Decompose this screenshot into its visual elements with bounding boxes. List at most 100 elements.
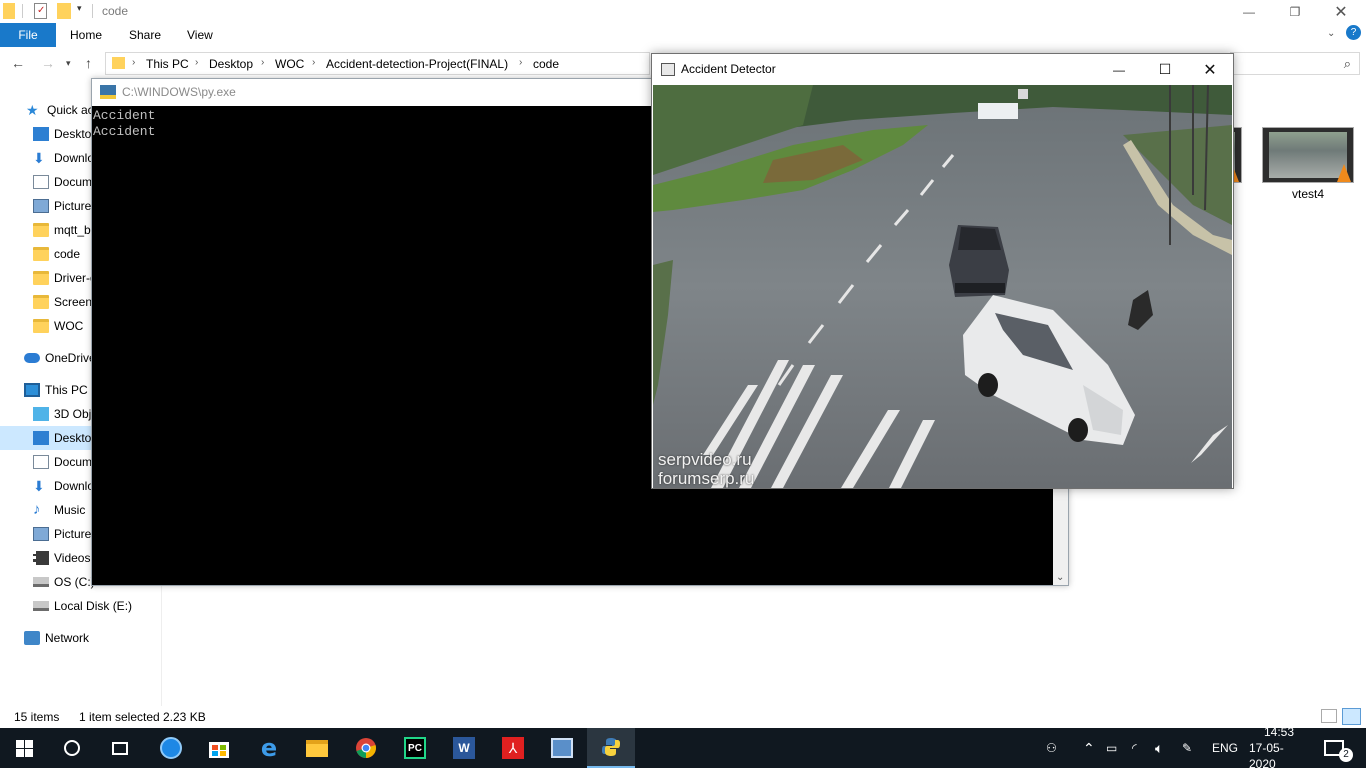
pen-icon[interactable]: ✎ [1182, 728, 1192, 768]
up-arrow-icon[interactable]: ↑ [85, 55, 92, 71]
taskbar-app-python[interactable] [587, 728, 635, 768]
tab-share[interactable]: Share [129, 23, 161, 47]
taskbar-app-edge[interactable]: e [245, 728, 293, 768]
breadcrumb-item[interactable]: Desktop [209, 57, 253, 71]
close-icon: ✕ [1203, 61, 1217, 79]
separator-icon: › [261, 57, 265, 68]
close-button[interactable]: ✕ [1318, 0, 1364, 23]
sidebar-item-network[interactable]: Network [0, 626, 161, 650]
restore-button[interactable]: ❐ [1272, 0, 1318, 23]
video-preview [1269, 132, 1347, 178]
breadcrumb-item[interactable]: WOC [275, 57, 304, 71]
folder-icon [33, 319, 49, 333]
tab-home[interactable]: Home [70, 23, 102, 47]
breadcrumb-item[interactable]: code [533, 57, 559, 71]
customize-quick-access-icon[interactable]: ▾ [77, 3, 82, 14]
separator-icon: › [132, 57, 136, 68]
divider [92, 4, 93, 18]
python-icon [602, 738, 620, 756]
folder-icon [3, 3, 15, 19]
star-icon: ★ [26, 102, 39, 118]
scroll-down-icon[interactable]: ⌄ [1056, 572, 1064, 583]
detector-titlebar[interactable]: Accident Detector — ☐ ✕ [652, 54, 1233, 85]
taskbar-app-pycharm[interactable]: PC [391, 728, 439, 768]
store-icon [209, 742, 229, 758]
detector-close-button[interactable]: ✕ [1187, 56, 1233, 83]
detector-maximize-button[interactable]: ☐ [1142, 56, 1188, 83]
battery-icon[interactable]: ▭ [1106, 728, 1117, 768]
large-icons-view-icon[interactable] [1342, 708, 1361, 725]
window-app-icon [661, 63, 675, 76]
task-view-button[interactable] [96, 728, 144, 768]
recent-locations-icon[interactable]: ▾ [66, 58, 71, 69]
taskbar-app-word[interactable]: W [440, 728, 488, 768]
sidebar-item-label: Music [54, 503, 86, 517]
vlc-cone-icon [1337, 164, 1351, 182]
control-panel-icon [551, 738, 573, 758]
sidebar-item-label: Docum [54, 175, 93, 189]
tab-file[interactable]: File [0, 23, 56, 47]
minimize-button[interactable]: — [1226, 0, 1272, 23]
watermark: serpvideo.ru [658, 450, 752, 469]
taskbar: e PC W ⅄ ⚇ ⌃ ▭ ◜ 🔈︎ ✎ ENG 14:53 17-05-20… [0, 725, 1366, 771]
edge-icon: e [260, 734, 278, 762]
document-icon [33, 455, 49, 469]
sidebar-item-local-disk-e[interactable]: Local Disk (E:) [0, 594, 161, 618]
volume-icon[interactable]: 🔈︎ [1155, 728, 1163, 768]
back-arrow-icon[interactable]: ← [11, 55, 25, 71]
new-folder-icon[interactable] [57, 3, 71, 19]
road-scene-image [653, 85, 1232, 488]
detector-minimize-button[interactable]: — [1096, 56, 1142, 83]
action-center-button[interactable]: 2 [1324, 728, 1353, 768]
restore-icon: ❐ [1289, 4, 1301, 19]
speedometer-app-icon [160, 737, 182, 759]
clock[interactable]: 14:53 17-05-2020 [1249, 725, 1309, 771]
chevron-down-icon[interactable]: ⌄ [1327, 28, 1335, 39]
item-count: 15 items [14, 710, 60, 724]
folder-icon [33, 223, 49, 237]
sidebar-item-label: Downlo [54, 479, 95, 493]
accident-detector-window[interactable]: Accident Detector — ☐ ✕ serpvideo.ru for… [651, 53, 1234, 489]
download-icon: ⬇ [33, 478, 45, 494]
breadcrumb-item[interactable]: This PC [146, 57, 189, 71]
word-icon: W [453, 737, 475, 759]
console-title: C:\WINDOWS\py.exe [122, 85, 236, 99]
show-hidden-icons-icon[interactable]: ⌃ [1083, 728, 1095, 768]
pycharm-icon: PC [404, 737, 426, 759]
folder-icon [112, 57, 125, 69]
videos-icon [33, 551, 49, 565]
clock-time: 14:53 [1263, 725, 1295, 739]
tab-view[interactable]: View [187, 23, 213, 47]
details-view-icon[interactable] [1321, 709, 1337, 723]
folder-icon [33, 247, 49, 261]
file-label[interactable]: vtest4 [1262, 187, 1354, 201]
desktop-icon [33, 431, 49, 445]
language-indicator[interactable]: ENG [1212, 728, 1238, 768]
taskbar-app-network[interactable] [147, 728, 195, 768]
python-icon [100, 85, 116, 99]
sidebar-item-label: This PC [45, 383, 88, 397]
video-file-thumbnail[interactable] [1262, 127, 1354, 183]
address-bar[interactable]: › This PC › Desktop › WOC › Accident-det… [105, 52, 650, 75]
search-button[interactable] [48, 728, 96, 768]
window-title: code [102, 4, 129, 18]
search-input[interactable]: ⌕ [1230, 52, 1360, 75]
taskbar-app-acrobat[interactable]: ⅄ [489, 728, 537, 768]
start-button[interactable] [0, 728, 48, 768]
wifi-icon[interactable]: ◜ [1132, 728, 1137, 768]
help-icon[interactable]: ? [1346, 25, 1361, 40]
taskbar-app-store[interactable] [195, 728, 243, 768]
properties-icon[interactable]: ✓ [34, 3, 47, 19]
people-icon[interactable]: ⚇ [1046, 728, 1057, 768]
drive-icon [33, 601, 49, 611]
forward-arrow-icon[interactable]: → [41, 55, 55, 71]
pictures-icon [33, 527, 49, 541]
folder-icon [33, 295, 49, 309]
taskbar-app-chrome[interactable] [342, 728, 390, 768]
taskbar-app-settings[interactable] [538, 728, 586, 768]
close-icon: ✕ [1334, 3, 1348, 21]
document-icon [33, 175, 49, 189]
breadcrumb-item[interactable]: Accident-detection-Project(FINAL) [326, 57, 508, 71]
taskbar-app-explorer[interactable] [293, 728, 341, 768]
sidebar-item-label: Docum [54, 455, 93, 469]
